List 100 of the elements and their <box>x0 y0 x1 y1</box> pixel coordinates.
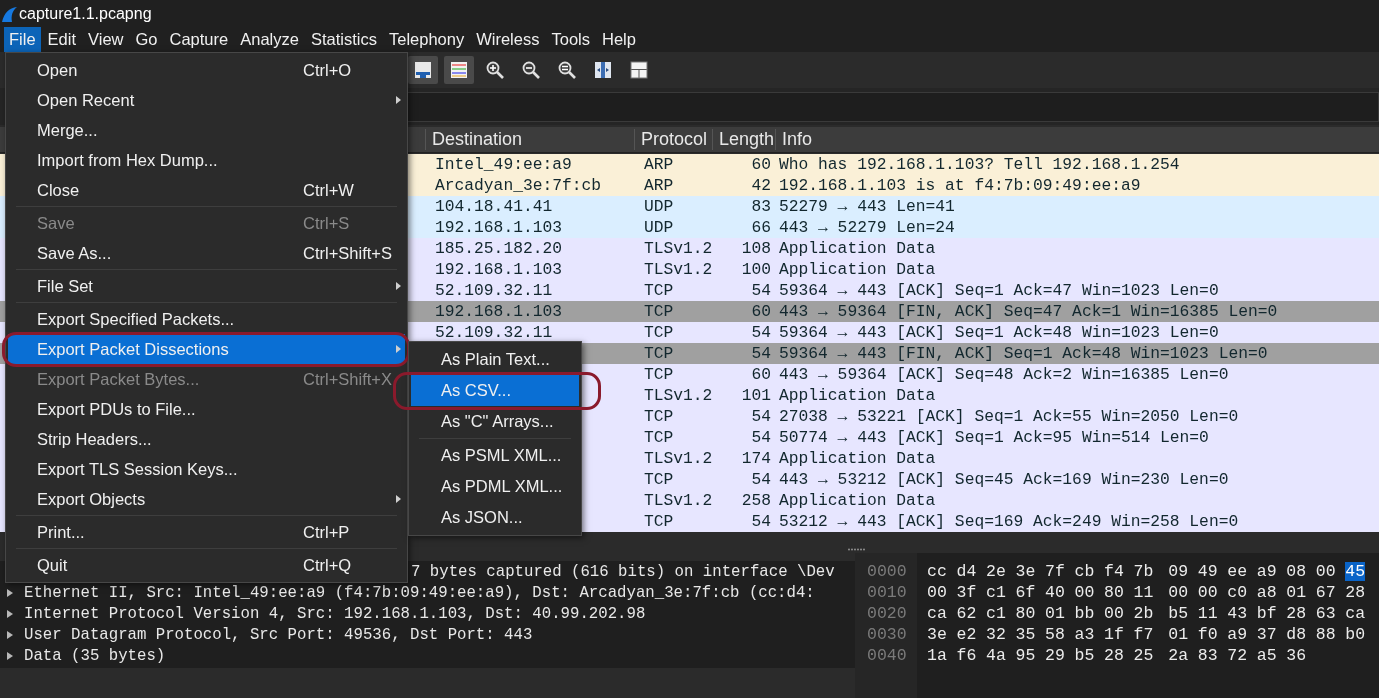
hex-byte[interactable]: 2e <box>986 562 1006 581</box>
hex-byte[interactable]: 40 <box>1045 583 1065 602</box>
hex-byte[interactable]: 29 <box>1045 646 1065 665</box>
hex-byte[interactable]: 11 <box>1133 583 1154 602</box>
menu-item[interactable]: Export Packet Dissections <box>8 334 405 364</box>
menu-item[interactable]: Wireless <box>471 27 545 52</box>
hex-byte[interactable]: 45 <box>1345 562 1366 581</box>
hex-byte[interactable]: 11 <box>1197 604 1218 623</box>
hex-byte[interactable]: 00 <box>1315 562 1336 581</box>
hex-byte[interactable]: 01 <box>1286 583 1307 602</box>
hex-byte[interactable]: c1 <box>986 604 1006 623</box>
expander-icon[interactable] <box>6 587 14 598</box>
hex-byte[interactable]: 2a <box>1168 646 1189 665</box>
menu-item[interactable]: Open Recent <box>8 85 405 115</box>
column-header[interactable]: Length <box>712 129 775 150</box>
hex-byte[interactable]: a5 <box>1256 646 1277 665</box>
hex-byte[interactable]: c1 <box>986 583 1006 602</box>
hex-byte[interactable]: a9 <box>1256 562 1277 581</box>
grip-icon[interactable] <box>846 547 866 551</box>
hex-byte[interactable]: 00 <box>927 583 947 602</box>
hex-byte[interactable]: 3e <box>1015 562 1036 581</box>
menu-item[interactable]: Go <box>130 27 163 52</box>
hex-byte[interactable]: 08 <box>1286 562 1307 581</box>
detail-line[interactable]: Internet Protocol Version 4, Src: 192.168.1.103, Dst: 40.99.202.98 <box>24 604 646 623</box>
hex-byte[interactable]: 00 <box>1074 583 1095 602</box>
column-header[interactable]: Protocol <box>634 129 712 150</box>
hex-byte[interactable]: f0 <box>1197 625 1218 644</box>
expander-icon[interactable] <box>6 608 14 619</box>
hex-byte[interactable]: 28 <box>1345 583 1366 602</box>
hex-byte[interactable]: 43 <box>1227 604 1248 623</box>
hex-byte[interactable]: d4 <box>956 562 977 581</box>
hex-byte[interactable]: 01 <box>1168 625 1189 644</box>
hex-byte[interactable]: 3f <box>956 583 977 602</box>
hex-byte[interactable]: 7f <box>1045 562 1065 581</box>
hex-byte[interactable]: 25 <box>1133 646 1154 665</box>
menu-item[interactable]: As CSV... <box>411 375 579 406</box>
hex-byte[interactable]: 62 <box>956 604 977 623</box>
hex-byte[interactable]: 00 <box>1197 583 1218 602</box>
hex-byte[interactable]: 1f <box>1104 625 1124 644</box>
hex-byte[interactable]: 80 <box>1104 583 1124 602</box>
hex-byte[interactable]: f4 <box>1104 562 1124 581</box>
menu-item[interactable]: Quit Ctrl+Q <box>8 550 405 580</box>
hex-byte[interactable]: 36 <box>1286 646 1307 665</box>
hex-byte[interactable]: bb <box>1074 604 1095 623</box>
hex-byte[interactable]: 28 <box>1104 646 1124 665</box>
hex-byte[interactable]: a8 <box>1256 583 1277 602</box>
hex-byte[interactable]: ca <box>927 604 947 623</box>
expander-icon[interactable] <box>6 650 14 661</box>
hex-byte[interactable]: b5 <box>1074 646 1095 665</box>
hex-byte[interactable]: 1a <box>927 646 947 665</box>
hex-byte[interactable]: 67 <box>1315 583 1336 602</box>
menu-item[interactable]: Edit <box>42 27 82 52</box>
menu-item[interactable]: Help <box>597 27 641 52</box>
toolbar-button[interactable] <box>408 56 438 84</box>
hex-byte[interactable]: bf <box>1256 604 1277 623</box>
menu-item[interactable]: File <box>4 27 41 52</box>
hex-byte[interactable]: 00 <box>1168 583 1189 602</box>
hex-byte[interactable]: 32 <box>986 625 1006 644</box>
toolbar-button[interactable] <box>444 56 474 84</box>
menu-item[interactable]: Analyze <box>235 27 304 52</box>
hex-byte[interactable]: 28 <box>1286 604 1307 623</box>
hex-byte[interactable]: ca <box>1345 604 1366 623</box>
hex-byte[interactable]: c0 <box>1227 583 1248 602</box>
menu-item[interactable]: View <box>83 27 129 52</box>
expander-icon[interactable] <box>6 629 14 640</box>
menu-item[interactable]: Statistics <box>305 27 382 52</box>
hex-byte[interactable]: 88 <box>1315 625 1336 644</box>
detail-line[interactable]: Ethernet II, Src: Intel_49:ee:a9 (f4:7b:09:49:ee:a9), Dst: Arcadyan_3e:7f:cb (cc:d4: <box>24 583 815 602</box>
menu-item[interactable]: Capture <box>164 27 234 52</box>
hex-byte[interactable]: a9 <box>1227 625 1248 644</box>
hex-byte[interactable]: 83 <box>1197 646 1218 665</box>
hex-byte[interactable]: 3e <box>927 625 947 644</box>
hex-byte[interactable]: 7b <box>1133 562 1154 581</box>
hex-byte[interactable]: d8 <box>1286 625 1307 644</box>
hex-byte[interactable]: 80 <box>1015 604 1036 623</box>
hex-byte[interactable]: b0 <box>1345 625 1366 644</box>
menu-item[interactable]: Telephony <box>383 27 470 52</box>
hex-byte[interactable]: f6 <box>956 646 977 665</box>
hex-byte[interactable]: 95 <box>1015 646 1036 665</box>
hex-byte[interactable]: 63 <box>1315 604 1336 623</box>
hex-byte[interactable]: 01 <box>1045 604 1065 623</box>
detail-line[interactable]: Data (35 bytes) <box>24 646 166 665</box>
hex-byte[interactable]: ee <box>1227 562 1248 581</box>
hex-byte[interactable]: a3 <box>1074 625 1095 644</box>
hex-byte[interactable]: cc <box>927 562 947 581</box>
hex-byte[interactable]: 58 <box>1045 625 1065 644</box>
hex-byte[interactable]: e2 <box>956 625 977 644</box>
hex-byte[interactable]: cb <box>1074 562 1095 581</box>
hex-byte[interactable]: 6f <box>1015 583 1036 602</box>
menu-item[interactable]: Tools <box>546 27 595 52</box>
hex-byte[interactable]: 72 <box>1227 646 1248 665</box>
detail-line[interactable]: 7 bytes captured (616 bits) on interface \Dev <box>411 562 835 581</box>
column-header[interactable]: Destination <box>425 129 634 150</box>
hex-byte[interactable]: 00 <box>1104 604 1124 623</box>
menu-item[interactable]: Merge... <box>8 115 405 145</box>
hex-byte[interactable]: b5 <box>1168 604 1189 623</box>
hex-byte[interactable]: 2b <box>1133 604 1154 623</box>
hex-byte[interactable]: 4a <box>986 646 1006 665</box>
hex-byte[interactable]: 09 <box>1168 562 1189 581</box>
detail-line[interactable]: User Datagram Protocol, Src Port: 49536, Dst Port: 443 <box>24 625 533 644</box>
